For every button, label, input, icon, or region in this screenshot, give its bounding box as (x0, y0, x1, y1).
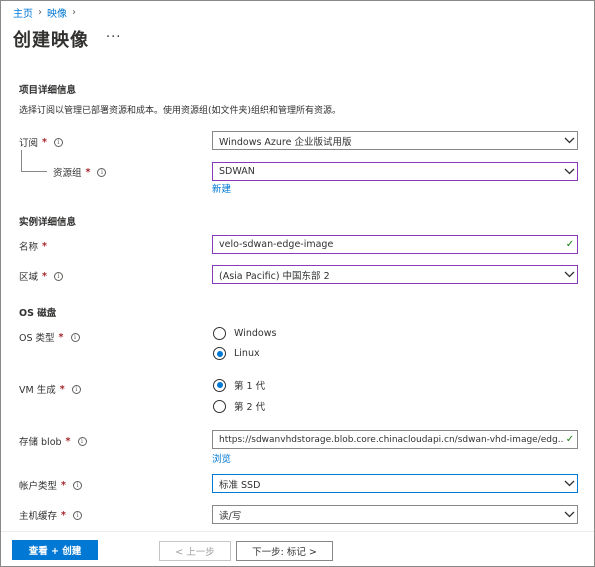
chevron-right-icon: › (72, 7, 76, 18)
browse-link[interactable]: 浏览 (212, 451, 231, 465)
image-name-input[interactable]: velo-sdwan-edge-image ✓ (212, 235, 578, 254)
subscription-label: 订阅 * i (19, 135, 63, 149)
chevron-down-icon (561, 506, 577, 523)
subscription-dropdown[interactable]: Windows Azure 企业版试用版 (212, 131, 578, 150)
host-caching-dropdown[interactable]: 读/写 (212, 505, 578, 524)
account-type-label: 帐户类型 * i (19, 478, 82, 492)
info-icon[interactable]: i (72, 480, 82, 490)
chevron-down-icon (561, 266, 577, 283)
resource-group-label: 资源组 * i (53, 165, 107, 179)
radio-unselected-icon (213, 399, 226, 413)
required-marker: * (58, 331, 64, 343)
chevron-down-icon (561, 132, 577, 149)
checkmark-icon: ✓ (565, 434, 575, 445)
region-dropdown[interactable]: (Asia Pacific) 中国东部 2 (212, 265, 578, 284)
account-type-dropdown[interactable]: 标准 SSD (212, 474, 578, 493)
breadcrumb-home-link[interactable]: 主页 (13, 5, 33, 20)
os-type-windows-radio[interactable]: Windows (213, 327, 276, 340)
region-label: 区域 * i (19, 269, 63, 283)
vm-gen1-radio[interactable]: 第 1 代 (213, 378, 265, 392)
footer-divider (1, 531, 594, 532)
info-icon[interactable]: i (53, 271, 63, 281)
next-tags-button[interactable]: 下一步: 标记 > (236, 541, 333, 561)
radio-selected-icon (213, 378, 226, 392)
required-marker: * (59, 383, 65, 395)
project-details-heading: 项目详细信息 (19, 85, 77, 96)
info-icon[interactable]: i (77, 436, 87, 446)
tree-connector (21, 150, 22, 171)
storage-blob-input[interactable]: https://sdwanvhdstorage.blob.core.chinac… (212, 430, 578, 449)
required-marker: * (61, 509, 66, 521)
checkmark-icon: ✓ (565, 239, 575, 250)
required-marker: * (65, 435, 71, 447)
more-options-icon[interactable]: ··· (106, 30, 121, 45)
chevron-down-icon (561, 163, 577, 180)
previous-button[interactable]: < 上一步 (159, 541, 231, 561)
required-marker: * (85, 166, 91, 178)
host-caching-label: 主机缓存 * i (19, 508, 82, 522)
chevron-down-icon (561, 475, 577, 492)
breadcrumb: 主页 › 映像 › (13, 5, 76, 20)
info-icon[interactable]: i (72, 510, 82, 520)
page-title: 创建映像 (13, 30, 89, 51)
required-marker: * (42, 270, 47, 282)
tree-connector (21, 171, 47, 172)
vm-generation-label: VM 生成 * i (19, 382, 81, 396)
project-details-description: 选择订阅以管理已部署资源和成本。使用资源组(如文件夹)组织和管理所有资源。 (19, 106, 342, 116)
info-icon[interactable]: i (70, 332, 80, 342)
vm-gen2-radio[interactable]: 第 2 代 (213, 399, 265, 413)
storage-blob-label: 存储 blob * i (19, 434, 87, 448)
info-icon[interactable]: i (53, 137, 63, 147)
resource-group-dropdown[interactable]: SDWAN (212, 162, 578, 181)
chevron-right-icon: › (38, 7, 42, 18)
breadcrumb-images-link[interactable]: 映像 (47, 5, 67, 20)
os-type-linux-radio[interactable]: Linux (213, 347, 260, 360)
review-create-button[interactable]: 查看 + 创建 (12, 540, 98, 560)
required-marker: * (42, 136, 47, 148)
create-new-resource-group-link[interactable]: 新建 (212, 181, 231, 195)
required-marker: * (42, 240, 47, 252)
os-disk-heading: OS 磁盘 (19, 308, 57, 319)
radio-unselected-icon (213, 327, 226, 340)
radio-selected-icon (213, 347, 226, 360)
info-icon[interactable]: i (71, 384, 81, 394)
os-type-label: OS 类型 * i (19, 330, 80, 344)
required-marker: * (61, 479, 66, 491)
instance-details-heading: 实例详细信息 (19, 217, 77, 228)
name-label: 名称 * (19, 240, 47, 254)
info-icon[interactable]: i (97, 167, 107, 177)
